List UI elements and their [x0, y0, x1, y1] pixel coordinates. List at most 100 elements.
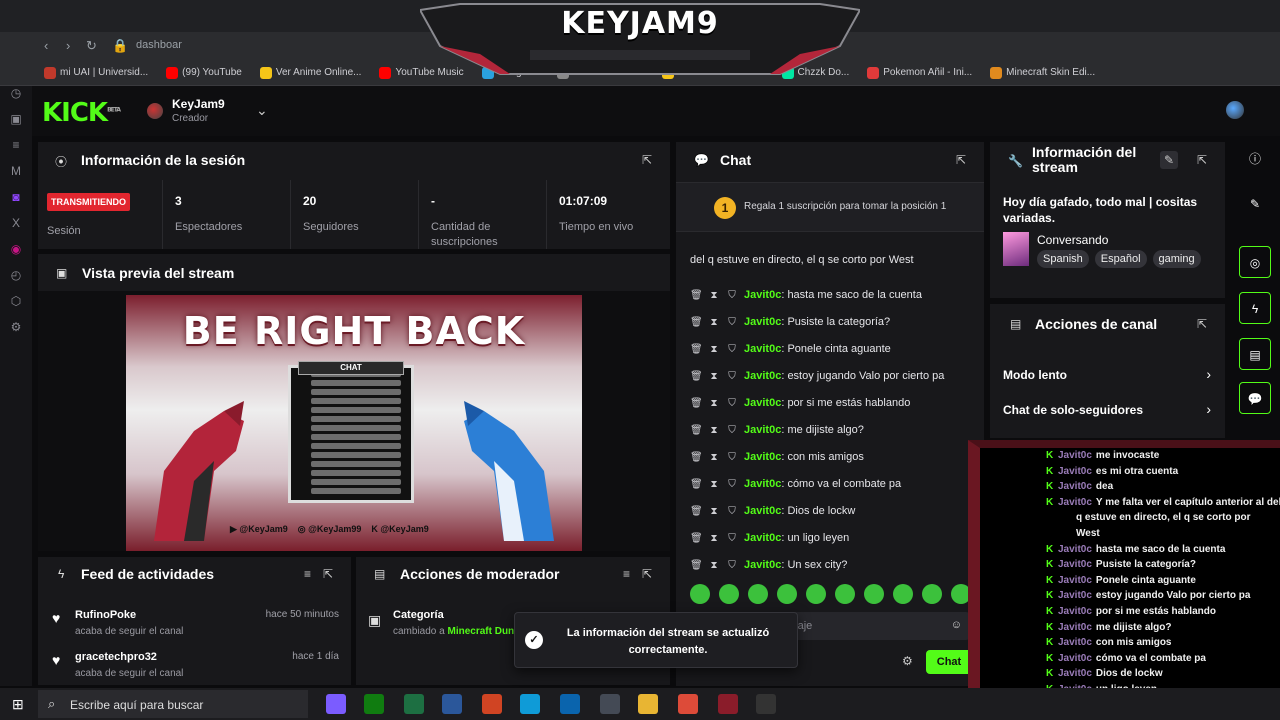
chat-username[interactable]: Javit0c [744, 289, 781, 301]
music-icon[interactable]: ◉ [8, 242, 24, 258]
explorer-icon[interactable] [638, 694, 658, 714]
feed-item-name[interactable]: gracetechpro32 [75, 651, 157, 663]
emote-icon[interactable] [835, 584, 855, 604]
chevron-right-icon[interactable]: › [1206, 366, 1211, 382]
pencil-icon[interactable]: ✎ [1239, 188, 1271, 220]
timeout-icon[interactable]: ⧗ [708, 533, 720, 544]
chat-username[interactable]: Javit0c [744, 424, 781, 436]
box-icon[interactable]: ▣ [8, 112, 24, 128]
popout-icon[interactable]: ⇱ [323, 567, 333, 581]
chevron-down-icon[interactable]: ⌄ [256, 102, 268, 119]
timeout-icon[interactable]: ⧗ [708, 452, 720, 463]
timeout-icon[interactable]: ⧗ [708, 506, 720, 517]
timeout-icon[interactable]: ⧗ [708, 425, 720, 436]
chat-username[interactable]: Javit0c [744, 397, 781, 409]
edit-icon[interactable]: ✎ [1160, 151, 1179, 169]
excel-icon[interactable] [404, 694, 424, 714]
forward-icon[interactable]: › [66, 38, 70, 53]
trash-icon[interactable]: 🗑 [690, 425, 703, 436]
bookmark-item[interactable]: mi UAI | Universid... [44, 66, 148, 79]
trash-icon[interactable]: 🗑 [690, 560, 703, 571]
emote-icon[interactable] [893, 584, 913, 604]
popout-icon[interactable]: ⇱ [956, 153, 966, 167]
chat-username[interactable]: Javit0c [744, 505, 781, 517]
emote-icon[interactable] [922, 584, 942, 604]
emote-icon[interactable] [864, 584, 884, 604]
notes-tool-icon[interactable]: ▤ [1239, 338, 1271, 370]
trash-icon[interactable]: 🗑 [690, 317, 703, 328]
trash-icon[interactable]: 🗑 [690, 398, 703, 409]
emote-icon[interactable] [690, 584, 710, 604]
bookmark-item[interactable]: Pokemon Añil - Ini... [867, 66, 972, 79]
slow-mode-action[interactable]: Modo lento [1003, 368, 1067, 382]
powerpoint-icon[interactable] [482, 694, 502, 714]
filter-icon[interactable]: ≡ [623, 567, 630, 581]
emote-icon[interactable] [748, 584, 768, 604]
chat-tool-icon[interactable]: 💬 [1239, 382, 1271, 414]
trash-icon[interactable]: 🗑 [690, 479, 703, 490]
followers-only-action[interactable]: Chat de solo-seguidores [1003, 403, 1143, 417]
timeout-icon[interactable]: ⧗ [708, 398, 720, 409]
windows-start-icon[interactable]: ⊞ [12, 696, 24, 713]
emote-icon[interactable] [806, 584, 826, 604]
chat-username[interactable]: Javit0c [744, 343, 781, 355]
chat-username[interactable]: Javit0c [744, 478, 781, 490]
bookmark-item[interactable]: (99) YouTube [166, 66, 242, 79]
filter-icon[interactable]: ≡ [304, 567, 311, 581]
cube-icon[interactable]: ⬡ [8, 294, 24, 310]
info-icon[interactable]: ⓘ [1239, 143, 1271, 175]
trash-icon[interactable]: 🗑 [690, 371, 703, 382]
bookmark-item[interactable]: Ver Anime Online... [259, 66, 361, 79]
edge-icon[interactable] [520, 694, 540, 714]
popout-icon[interactable]: ⇱ [1197, 317, 1207, 331]
url-text[interactable]: dashboar [136, 39, 182, 51]
x-icon[interactable]: X [8, 216, 24, 232]
outlook-icon[interactable] [560, 694, 580, 714]
kick-logo[interactable]: KICKBETA [42, 98, 121, 128]
emoji-icon[interactable]: ☺ [951, 619, 962, 631]
clock-icon[interactable]: ◴ [8, 268, 24, 284]
stream-preview-image[interactable]: BE RIGHT BACK CHAT ▶ @KeyJam9 ◎ @KeyJam9… [126, 295, 582, 551]
trash-icon[interactable]: 🗑 [690, 506, 703, 517]
emote-icon[interactable] [719, 584, 739, 604]
obs-icon[interactable] [718, 694, 738, 714]
popout-icon[interactable]: ⇱ [642, 567, 652, 581]
xbox-icon[interactable] [364, 694, 384, 714]
send-chat-button[interactable]: Chat [926, 650, 972, 674]
user-avatar[interactable] [1226, 101, 1244, 119]
chrome-icon[interactable] [678, 694, 698, 714]
timeout-icon[interactable]: ⧗ [708, 560, 720, 571]
lightning-tool-icon[interactable]: ϟ [1239, 292, 1271, 324]
notes-icon[interactable]: ≡ [8, 138, 24, 154]
camera-tool-icon[interactable]: ◎ [1239, 246, 1271, 278]
popout-icon[interactable]: ⇱ [642, 153, 652, 167]
channel-name[interactable]: KeyJam9 [172, 97, 225, 111]
trash-icon[interactable]: 🗑 [690, 452, 703, 463]
feed-item-name[interactable]: RufinoPoke [75, 609, 136, 621]
popout-icon[interactable]: ⇱ [1197, 153, 1207, 167]
back-icon[interactable]: ‹ [44, 38, 48, 53]
store-icon[interactable] [600, 694, 620, 714]
trash-icon[interactable]: 🗑 [690, 290, 703, 301]
timeout-icon[interactable]: ⧗ [708, 290, 720, 301]
settings-icon[interactable]: ⚙ [8, 320, 24, 336]
word-icon[interactable] [442, 694, 462, 714]
history-icon[interactable]: ◷ [8, 86, 24, 102]
timeout-icon[interactable]: ⧗ [708, 317, 720, 328]
bookmark-item[interactable]: Minecraft Skin Edi... [990, 66, 1095, 79]
chevron-right-icon[interactable]: › [1206, 401, 1211, 417]
timeout-icon[interactable]: ⧗ [708, 344, 720, 355]
mail-icon[interactable]: M [8, 164, 24, 180]
trash-icon[interactable]: 🗑 [690, 344, 703, 355]
chat-username[interactable]: Javit0c [744, 316, 781, 328]
twitch-icon[interactable]: ◙ [8, 190, 24, 206]
emote-icon[interactable] [777, 584, 797, 604]
reload-icon[interactable]: ↻ [86, 38, 97, 54]
copilot-icon[interactable] [326, 694, 346, 714]
chat-username[interactable]: Javit0c [744, 559, 781, 571]
timeout-icon[interactable]: ⧗ [708, 479, 720, 490]
chat-username[interactable]: Javit0c [744, 370, 781, 382]
timeout-icon[interactable]: ⧗ [708, 371, 720, 382]
taskbar-search[interactable]: ⌕ Escribe aquí para buscar [38, 690, 308, 718]
chat-username[interactable]: Javit0c [744, 451, 781, 463]
